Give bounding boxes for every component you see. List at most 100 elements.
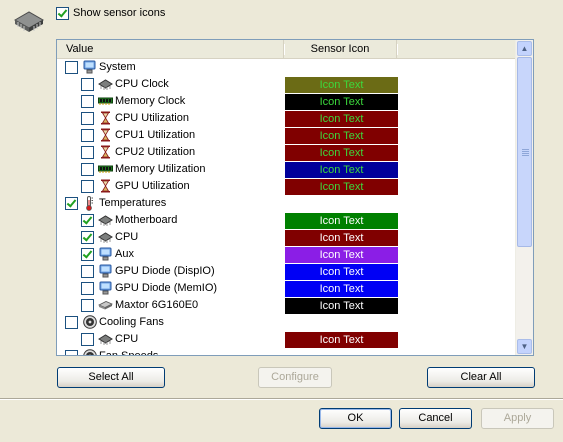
chip-icon — [98, 213, 113, 227]
list-item-checkbox[interactable] — [81, 282, 94, 295]
list-item-label: Memory Clock — [115, 95, 186, 107]
chip-icon — [98, 332, 113, 346]
sensor-icon-preview[interactable]: Icon Text — [285, 230, 398, 246]
list-item[interactable]: GPU Diode (MemIO) Icon Text — [57, 280, 517, 297]
list-item-checkbox[interactable] — [65, 197, 78, 210]
list-item-checkbox[interactable] — [81, 129, 94, 142]
chip-icon — [98, 230, 113, 244]
list-item-checkbox[interactable] — [81, 333, 94, 346]
list-item-checkbox[interactable] — [81, 265, 94, 278]
column-header-sensor-icon[interactable]: Sensor Icon — [284, 40, 398, 58]
list-item-label: GPU Utilization — [115, 180, 190, 192]
list-item[interactable]: Aux Icon Text — [57, 246, 517, 263]
list-item[interactable]: Temperatures — [57, 195, 517, 212]
list-item[interactable]: Motherboard Icon Text — [57, 212, 517, 229]
sensor-icon-preview[interactable]: Icon Text — [285, 264, 398, 280]
sensor-icon-preview[interactable]: Icon Text — [285, 247, 398, 263]
list-item-label: CPU2 Utilization — [115, 146, 196, 158]
sensor-icon-preview[interactable]: Icon Text — [285, 128, 398, 144]
list-item-label: Motherboard — [115, 214, 178, 226]
list-item[interactable]: Memory Utilization Icon Text — [57, 161, 517, 178]
hourglass-icon — [98, 111, 113, 125]
list-item-checkbox[interactable] — [81, 214, 94, 227]
cancel-button[interactable]: Cancel — [399, 408, 472, 429]
list-item-checkbox[interactable] — [81, 78, 94, 91]
fan-icon — [82, 315, 97, 329]
thermometer-icon — [82, 195, 97, 211]
list-item[interactable]: CPU2 Utilization Icon Text — [57, 144, 517, 161]
sensor-icon-preview[interactable]: Icon Text — [285, 77, 398, 93]
configure-button[interactable]: Configure — [258, 367, 332, 388]
show-sensor-icons-check[interactable] — [56, 6, 69, 20]
list-item-label: CPU Utilization — [115, 112, 189, 124]
column-header-value[interactable]: Value — [57, 40, 285, 58]
sensor-icon-preview[interactable]: Icon Text — [285, 162, 398, 178]
list-item-label: Temperatures — [99, 197, 167, 209]
list-item-checkbox[interactable] — [81, 180, 94, 193]
sensor-icon-preview[interactable]: Icon Text — [285, 281, 398, 297]
list-item[interactable]: CPU Icon Text — [57, 331, 517, 348]
list-item[interactable]: Maxtor 6G160E0 Icon Text — [57, 297, 517, 314]
clear-all-button[interactable]: Clear All — [427, 367, 535, 388]
ok-button[interactable]: OK — [319, 408, 392, 429]
hourglass-icon — [98, 145, 113, 159]
list-item-checkbox[interactable] — [81, 95, 94, 108]
list-item-label: Cooling Fans — [99, 316, 164, 328]
computer-icon — [98, 247, 113, 261]
list-item-label: System — [99, 61, 136, 73]
list-item-checkbox[interactable] — [65, 350, 78, 355]
hard-drive-icon — [98, 298, 113, 312]
list-item[interactable]: CPU Clock Icon Text — [57, 76, 517, 93]
list-rows: System CPU Clock Icon Text Memory Clock Icon… — [57, 59, 517, 355]
sensor-icon-preview[interactable]: Icon Text — [285, 298, 398, 314]
scroll-thumb[interactable] — [517, 57, 532, 247]
computer-icon — [98, 281, 113, 295]
sensor-icon-preview[interactable]: Icon Text — [285, 179, 398, 195]
list-item-label: Maxtor 6G160E0 — [115, 299, 199, 311]
sensor-list[interactable]: Value Sensor Icon System CPU Clock Icon Te… — [56, 39, 534, 356]
list-item[interactable]: Memory Clock Icon Text — [57, 93, 517, 110]
list-item-checkbox[interactable] — [81, 299, 94, 312]
fan-icon — [82, 349, 97, 355]
show-sensor-icons-label: Show sensor icons — [73, 7, 166, 19]
list-item[interactable]: CPU Icon Text — [57, 229, 517, 246]
chip-icon — [12, 6, 46, 34]
list-item[interactable]: System — [57, 59, 517, 76]
apply-button[interactable]: Apply — [481, 408, 554, 429]
list-item-checkbox[interactable] — [81, 231, 94, 244]
list-item-label: CPU — [115, 333, 139, 345]
show-sensor-icons-checkbox[interactable]: Show sensor icons — [56, 6, 165, 20]
list-item[interactable]: Cooling Fans — [57, 314, 517, 331]
memory-icon — [98, 94, 113, 108]
list-item-label: Aux — [115, 248, 134, 260]
list-item-label: CPU — [115, 231, 139, 243]
select-all-button[interactable]: Select All — [57, 367, 165, 388]
sensor-icon-preview[interactable]: Icon Text — [285, 332, 398, 348]
list-item-checkbox[interactable] — [81, 146, 94, 159]
computer-icon — [82, 60, 97, 74]
list-item-label: CPU1 Utilization — [115, 129, 196, 141]
list-item[interactable]: GPU Diode (DispIO) Icon Text — [57, 263, 517, 280]
vertical-scrollbar[interactable]: ▲ ▼ — [515, 40, 533, 355]
list-item-checkbox[interactable] — [81, 112, 94, 125]
sensor-icon-preview[interactable]: Icon Text — [285, 213, 398, 229]
hourglass-icon — [98, 179, 113, 193]
list-item-checkbox[interactable] — [81, 163, 94, 176]
divider — [0, 398, 563, 400]
list-item-checkbox[interactable] — [81, 248, 94, 261]
list-item[interactable]: CPU Utilization Icon Text — [57, 110, 517, 127]
scroll-up-button[interactable]: ▲ — [517, 41, 532, 56]
list-item[interactable]: CPU1 Utilization Icon Text — [57, 127, 517, 144]
sensor-icon-preview[interactable]: Icon Text — [285, 94, 398, 110]
list-item-checkbox[interactable] — [65, 61, 78, 74]
list-item[interactable]: Fan Speeds — [57, 348, 517, 355]
list-item[interactable]: GPU Utilization Icon Text — [57, 178, 517, 195]
chip-icon — [98, 77, 113, 91]
list-header: Value Sensor Icon — [57, 40, 517, 59]
list-item-checkbox[interactable] — [65, 316, 78, 329]
scroll-down-button[interactable]: ▼ — [517, 339, 532, 354]
list-item-label: GPU Diode (DispIO) — [115, 265, 215, 277]
sensor-icon-preview[interactable]: Icon Text — [285, 145, 398, 161]
list-item-label: Memory Utilization — [115, 163, 206, 175]
sensor-icon-preview[interactable]: Icon Text — [285, 111, 398, 127]
